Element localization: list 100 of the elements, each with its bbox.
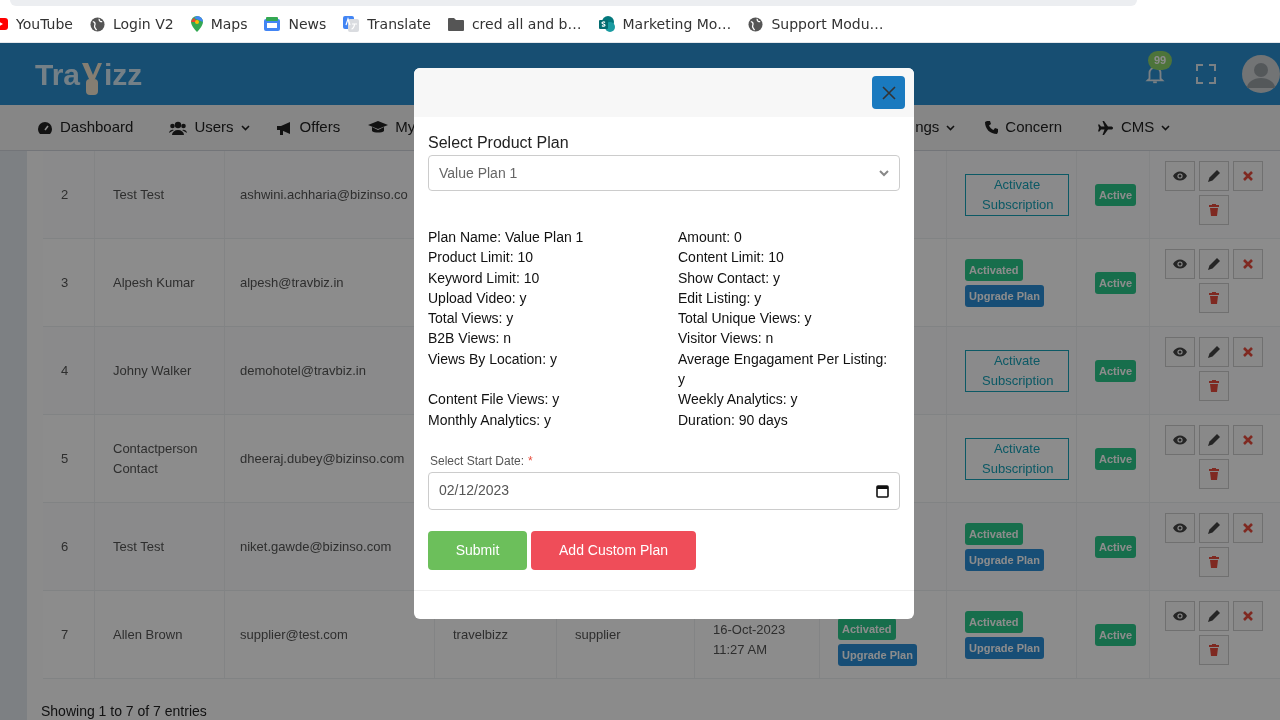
close-button[interactable]	[872, 76, 905, 109]
add-custom-plan-button[interactable]: Add Custom Plan	[531, 530, 696, 570]
graduation-cap-icon	[368, 120, 389, 135]
caret-icon	[1161, 124, 1171, 131]
reject-button[interactable]	[1233, 601, 1263, 631]
delete-button[interactable]	[1199, 371, 1229, 401]
table-cell-text: 3	[61, 273, 70, 292]
delete-button[interactable]	[1199, 195, 1229, 225]
detail-text: Content File Views: y	[428, 390, 561, 410]
globe-icon	[89, 16, 105, 32]
detail-text: Show Contact: y	[678, 268, 781, 288]
table-cell-text: demohotel@travbiz.in	[240, 361, 367, 380]
fullscreen-icon[interactable]	[1196, 64, 1216, 84]
table-cell-text: 11:27 AM	[713, 640, 768, 659]
bookmark[interactable]: Translate	[343, 13, 431, 35]
view-button[interactable]	[1165, 337, 1195, 367]
bookmark[interactable]: Support Modu…	[748, 13, 884, 35]
date-field[interactable]: 02/12/2023	[428, 471, 900, 510]
map-pin-icon	[190, 16, 203, 32]
table-cell-text: Allen Brown	[113, 625, 184, 644]
table-cell-text: 5	[61, 449, 70, 468]
bookmark[interactable]: Marketing Mo…	[598, 13, 732, 35]
pencil-icon	[1208, 434, 1220, 446]
edit-button[interactable]	[1199, 425, 1229, 455]
delete-button[interactable]	[1199, 635, 1229, 665]
nav-item[interactable]: Concern	[985, 116, 1063, 139]
airplane-icon	[1098, 120, 1115, 135]
edit-button[interactable]	[1199, 601, 1229, 631]
sharepoint-icon	[598, 16, 615, 32]
required-mark: *	[528, 452, 533, 470]
trash-icon	[1209, 292, 1219, 304]
field-label: Select Product Plan	[428, 133, 570, 153]
status-badge: Active	[1095, 535, 1137, 558]
detail-text: Plan Name: Value Plan 1	[428, 228, 585, 247]
reject-button[interactable]	[1233, 337, 1263, 367]
bookmark[interactable]: Maps	[190, 13, 248, 35]
nav-item[interactable]: Offers	[275, 116, 341, 139]
logo-text: izz	[104, 56, 143, 93]
eye-icon	[1173, 435, 1187, 445]
nav-item[interactable]: My	[368, 116, 416, 139]
edit-button[interactable]	[1199, 337, 1229, 367]
newspaper-icon	[264, 17, 281, 31]
edit-button[interactable]	[1199, 249, 1229, 279]
table-cell-text: 2	[61, 185, 70, 204]
eye-icon	[1173, 347, 1187, 357]
detail-text: Duration: 90 days	[678, 410, 789, 430]
bookmark[interactable]: cred all and b…	[447, 13, 582, 35]
upgrade-plan-link[interactable]: Upgrade Plan	[965, 636, 1044, 659]
plan-select[interactable]: Value Plan 1	[428, 155, 900, 191]
nav-item[interactable]: ngs	[915, 116, 956, 139]
edit-button[interactable]	[1199, 161, 1229, 191]
status-badge: Activated	[965, 522, 1023, 545]
reject-button[interactable]	[1233, 425, 1263, 455]
table-cell-text: dheeraj.dubey@bizinso.com	[240, 449, 406, 468]
nav-item[interactable]: Dashboard	[37, 116, 134, 139]
table-cell-text: ashwini.achharia@bizinso.co	[240, 185, 409, 204]
trash-icon	[1209, 644, 1219, 656]
upgrade-plan-link[interactable]: Upgrade Plan	[965, 284, 1044, 307]
trash-icon	[1209, 468, 1219, 480]
close-icon	[1243, 259, 1253, 269]
reject-button[interactable]	[1233, 249, 1263, 279]
reject-button[interactable]	[1233, 513, 1263, 543]
pencil-icon	[1208, 346, 1220, 358]
detail-text: Content Limit: 10	[678, 248, 785, 268]
bookmark[interactable]: Login V2	[89, 13, 174, 35]
delete-button[interactable]	[1199, 283, 1229, 313]
reject-button[interactable]	[1233, 161, 1263, 191]
field-label: Select Start Date:	[430, 452, 525, 470]
detail-text: Product Limit: 10	[428, 248, 535, 268]
avatar-icon[interactable]	[1242, 55, 1280, 93]
edit-button[interactable]	[1199, 513, 1229, 543]
pencil-icon	[1208, 610, 1220, 622]
table-cell-text: travelbizz	[453, 625, 509, 644]
view-button[interactable]	[1165, 161, 1195, 191]
close-icon	[1243, 611, 1253, 621]
users-icon	[169, 120, 188, 135]
view-button[interactable]	[1165, 425, 1195, 455]
nav-item[interactable]: CMS	[1098, 116, 1171, 139]
upgrade-plan-link[interactable]: Upgrade Plan	[965, 548, 1044, 571]
delete-button[interactable]	[1199, 459, 1229, 489]
table-cell-text: Alpesh Kumar	[113, 273, 196, 292]
bookmark[interactable]: News	[264, 13, 327, 35]
delete-button[interactable]	[1199, 547, 1229, 577]
nav-item[interactable]: Users	[169, 116, 250, 139]
status-badge: Activated	[965, 610, 1023, 633]
calendar-icon[interactable]	[876, 483, 889, 498]
view-button[interactable]	[1165, 513, 1195, 543]
detail-text: Edit Listing: y	[678, 288, 763, 308]
detail-text: Upload Video: y	[428, 288, 528, 308]
close-icon	[1243, 171, 1253, 181]
upgrade-plan-link[interactable]: Upgrade Plan	[838, 643, 917, 666]
detail-text: Views By Location: y	[428, 349, 558, 369]
trash-icon	[1209, 556, 1219, 568]
chevron-down-icon	[879, 169, 889, 177]
view-button[interactable]	[1165, 601, 1195, 631]
status-badge: Activated	[965, 258, 1023, 281]
view-button[interactable]	[1165, 249, 1195, 279]
bookmark[interactable]: YouTube	[0, 13, 73, 35]
pencil-icon	[1208, 522, 1220, 534]
logo-text: Tra	[35, 56, 81, 93]
